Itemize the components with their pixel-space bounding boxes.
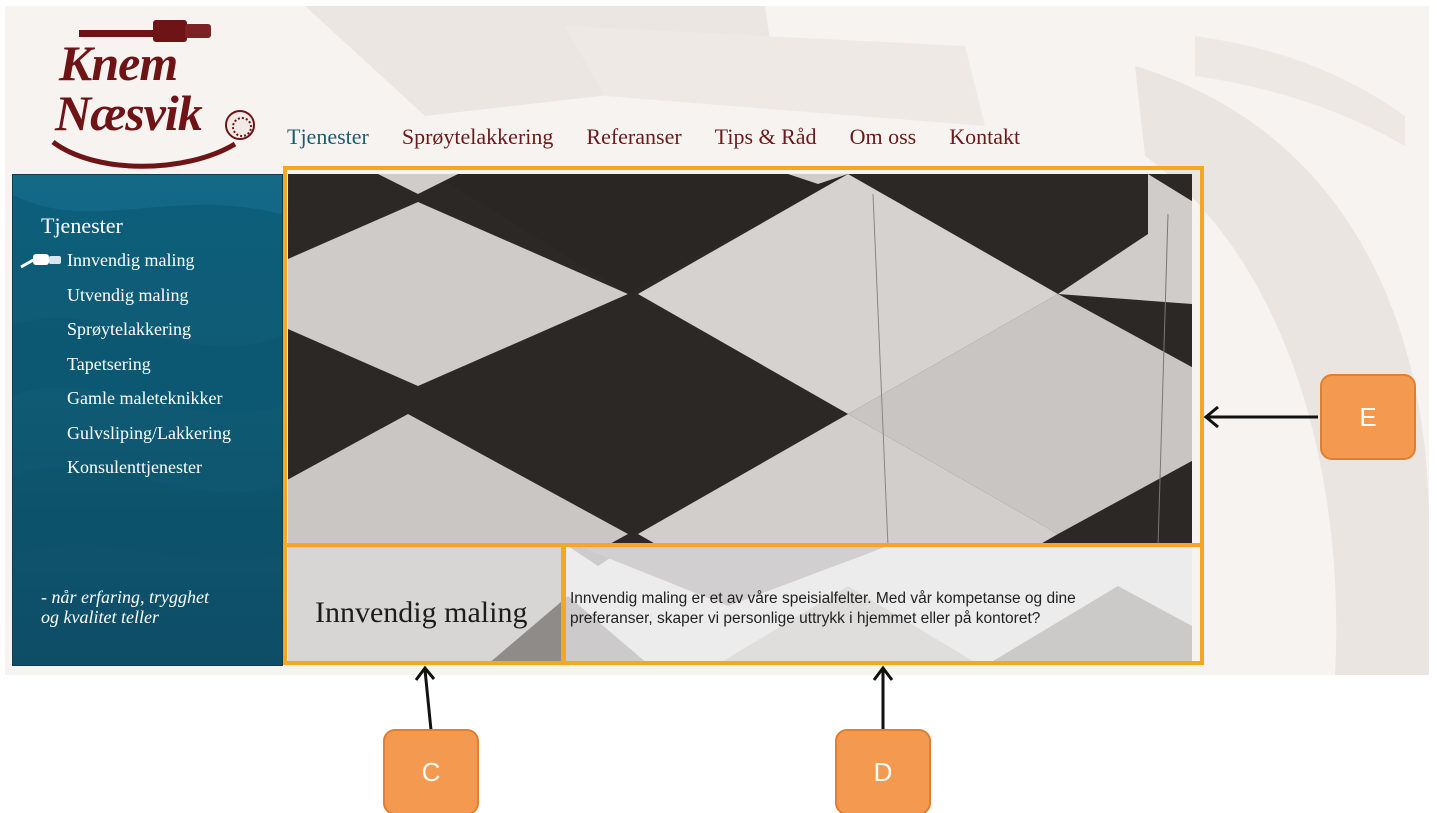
sidebar-item-tapetsering[interactable]: Tapetsering: [67, 353, 231, 388]
sidebar-list: Innvendig maling Utvendig maling Sprøyte…: [67, 249, 231, 491]
sidebar-item-konsulenttjenester[interactable]: Konsulenttjenester: [67, 456, 231, 491]
nav-item-om-oss[interactable]: Om oss: [850, 124, 917, 150]
sidebar-title: Tjenester: [41, 213, 123, 238]
hero-checkerboard-image: [288, 174, 1192, 546]
nav-item-tjenester[interactable]: Tjenester: [287, 124, 369, 150]
tagline-line-2: og kvalitet teller: [41, 607, 159, 627]
sidebar-item-utvendig-maling[interactable]: Utvendig maling: [67, 284, 231, 319]
callout-label-c: C: [383, 729, 479, 813]
sidebar-item-innvendig-maling[interactable]: Innvendig maling: [67, 249, 231, 284]
content-title: Innvendig maling: [315, 596, 528, 629]
logo-seal-icon: [225, 110, 255, 140]
paintbrush-pointer-icon: [20, 254, 61, 269]
checkerboard-floor-image: [288, 174, 1192, 546]
nav-item-referanser[interactable]: Referanser: [586, 124, 681, 150]
website-screenshot: Knem Næsvik Tjenester Sprøytelakkering R…: [5, 6, 1429, 675]
arrow-c-icon: [423, 669, 433, 731]
nav-item-sproytelakkering[interactable]: Sprøytelakkering: [402, 124, 554, 150]
sidebar-item-gamle-maleteknikker[interactable]: Gamle maleteknikker: [67, 387, 231, 422]
tagline-line-1: - når erfaring, trygghet: [41, 587, 209, 607]
sidebar-tagline: - når erfaring, trygghet og kvalitet tel…: [41, 587, 209, 627]
knem-naesvik-logo[interactable]: Knem Næsvik: [35, 14, 275, 174]
nav-item-tips-rad[interactable]: Tips & Råd: [715, 124, 817, 150]
sidebar-menu: Tjenester Innvendig maling Utvendig mali…: [12, 174, 283, 666]
content-description: Innvendig maling er et av våre speisialf…: [570, 590, 1076, 627]
callout-label-d: D: [835, 729, 931, 813]
top-navigation: Tjenester Sprøytelakkering Referanser Ti…: [287, 124, 1053, 150]
logo-text-naesvik: Næsvik: [55, 85, 203, 141]
sidebar-item-gulvsliping[interactable]: Gulvsliping/Lakkering: [67, 422, 231, 457]
callout-label-e: E: [1320, 374, 1416, 460]
sidebar-item-sproytelakkering[interactable]: Sprøytelakkering: [67, 318, 231, 353]
logo-text-knem: Knem: [59, 35, 178, 91]
nav-item-kontakt[interactable]: Kontakt: [949, 124, 1020, 150]
